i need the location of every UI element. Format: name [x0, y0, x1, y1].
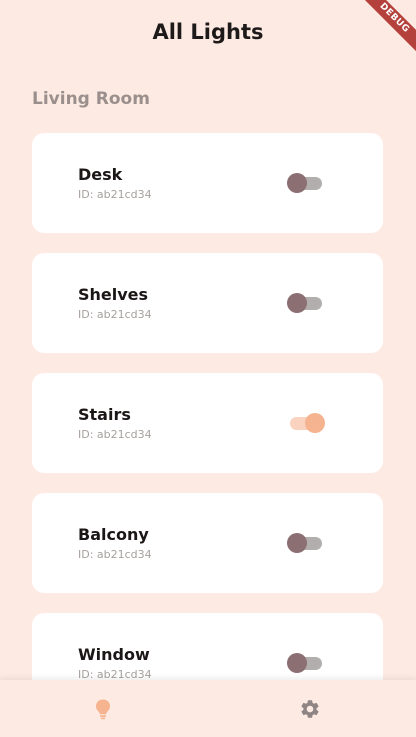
light-toggle[interactable] — [287, 532, 325, 554]
light-list: Desk ID: ab21cd34 Shelves ID: ab21cd34 S… — [32, 133, 383, 733]
light-name: Stairs — [78, 405, 131, 424]
gear-icon — [301, 700, 319, 718]
light-card-balcony[interactable]: Balcony ID: ab21cd34 — [32, 493, 383, 593]
screen: DEBUG All Lights Living Room Desk ID: ab… — [0, 0, 416, 737]
page-title: All Lights — [152, 20, 264, 44]
nav-settings-button[interactable] — [295, 694, 325, 724]
nav-lights-button[interactable] — [88, 694, 118, 724]
light-name: Window — [78, 645, 150, 664]
section-title: Living Room — [32, 89, 150, 109]
light-id: ID: ab21cd34 — [78, 308, 152, 321]
light-id: ID: ab21cd34 — [78, 188, 152, 201]
light-toggle[interactable] — [287, 412, 325, 434]
light-card-shelves[interactable]: Shelves ID: ab21cd34 — [32, 253, 383, 353]
light-id: ID: ab21cd34 — [78, 428, 152, 441]
lightbulb-icon — [96, 699, 110, 720]
toggle-thumb — [305, 413, 325, 433]
toggle-thumb — [287, 533, 307, 553]
toggle-thumb — [287, 173, 307, 193]
light-name: Shelves — [78, 285, 149, 304]
light-toggle[interactable] — [287, 292, 325, 314]
light-id: ID: ab21cd34 — [78, 548, 152, 561]
bottom-nav — [0, 680, 416, 737]
light-name: Balcony — [78, 525, 149, 544]
toggle-thumb — [287, 293, 307, 313]
light-toggle[interactable] — [287, 172, 325, 194]
toggle-thumb — [287, 653, 307, 673]
light-name: Desk — [78, 165, 123, 184]
light-card-desk[interactable]: Desk ID: ab21cd34 — [32, 133, 383, 233]
light-card-stairs[interactable]: Stairs ID: ab21cd34 — [32, 373, 383, 473]
light-toggle[interactable] — [287, 652, 325, 674]
